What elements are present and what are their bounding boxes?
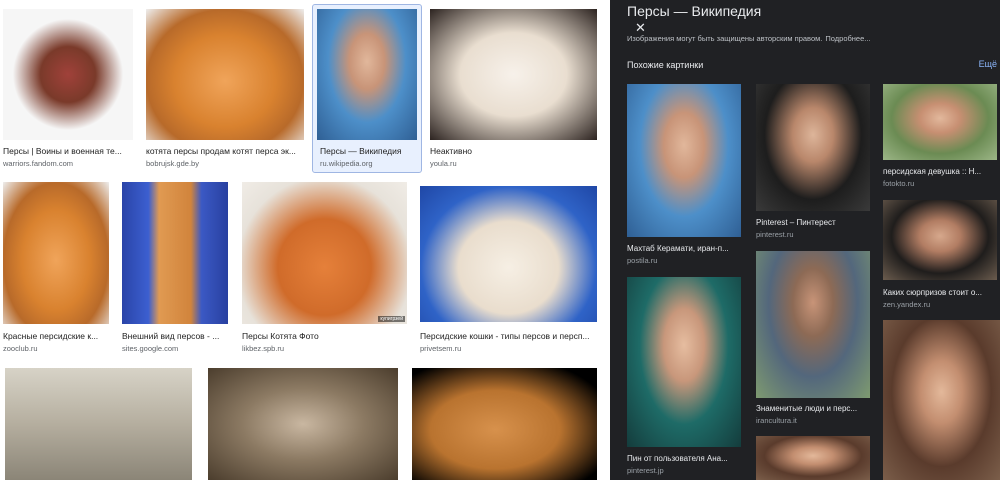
related-source: zen.yandex.ru <box>883 300 931 309</box>
result-image[interactable] <box>122 182 228 324</box>
related-caption[interactable]: Знаменитые люди и перс... <box>756 404 870 413</box>
related-source: postila.ru <box>627 256 658 265</box>
result-tile-persian-types[interactable]: Персидские кошки - типы персов и персп..… <box>420 180 597 355</box>
related-caption[interactable]: персидская девушка :: Н... <box>883 167 997 176</box>
result-image[interactable] <box>412 368 597 480</box>
result-image[interactable] <box>3 182 109 324</box>
result-caption[interactable]: Персы Котята Фото <box>242 331 407 341</box>
result-source: warriors.fandom.com <box>3 159 74 168</box>
result-source: likbez.spb.ru <box>242 344 285 353</box>
related-source: irancultura.it <box>756 416 797 425</box>
see-all-link[interactable]: Ещё <box>979 59 997 69</box>
related-image[interactable] <box>883 320 1000 480</box>
result-caption[interactable]: Персы | Воины и военная те... <box>3 146 133 156</box>
related-tile[interactable]: Махтаб Керамати, иран-п... postila.ru <box>627 84 741 269</box>
related-caption[interactable]: Каких сюрпризов стоит о... <box>883 288 997 297</box>
result-source: youla.ru <box>430 159 457 168</box>
result-tile-white-kitten[interactable]: Неактивно youla.ru <box>430 5 597 170</box>
result-caption[interactable]: Неактивно <box>430 146 597 156</box>
related-tile[interactable]: персидская девушка :: Н... fotokto.ru <box>883 84 997 194</box>
related-tile[interactable] <box>756 436 870 480</box>
related-caption[interactable]: Пин от пользователя Ана... <box>627 454 741 463</box>
related-image[interactable] <box>627 277 741 447</box>
related-caption[interactable]: Махтаб Керамати, иран-п... <box>627 244 741 253</box>
related-image[interactable] <box>627 84 741 237</box>
result-image[interactable] <box>5 368 192 480</box>
result-tile-kitten-orange[interactable]: котята персы продам котят перса эк... bo… <box>146 5 304 170</box>
result-tile-appearance[interactable]: Внешний вид персов - ... sites.google.co… <box>122 180 228 355</box>
result-tile-red-persian[interactable]: Красные персидские к... zooclub.ru <box>3 180 109 355</box>
more-link[interactable]: Подробнее... <box>825 34 870 43</box>
related-tile[interactable]: Знаменитые люди и перс... irancultura.it <box>756 251 870 426</box>
result-image[interactable] <box>146 9 304 140</box>
related-caption[interactable]: Pinterest – Пинтерест <box>756 218 870 227</box>
result-caption[interactable]: Персы — Википедия <box>320 146 418 156</box>
result-tile-kittens-photo[interactable]: купигрзей Персы Котята Фото likbez.spb.r… <box>242 180 407 355</box>
result-tile-wikipedia-selected[interactable]: Персы — Википедия ru.wikipedia.org <box>312 4 422 173</box>
related-source: fotokto.ru <box>883 179 915 188</box>
image-results-grid: Персы | Воины и военная те... warriors.f… <box>0 0 610 480</box>
close-icon[interactable]: ✕ <box>635 21 646 35</box>
result-image[interactable] <box>430 9 597 140</box>
copyright-notice: Изображения могут быть защищены авторски… <box>627 34 871 43</box>
result-source: ru.wikipedia.org <box>320 159 373 168</box>
image-preview-panel: Персы — Википедия ✕ Изображения могут бы… <box>610 0 1000 480</box>
copyright-text: Изображения могут быть защищены авторски… <box>627 34 823 43</box>
result-image[interactable] <box>3 9 133 140</box>
result-caption[interactable]: Персидские кошки - типы персов и персп..… <box>420 331 597 341</box>
result-image[interactable]: купигрзей <box>242 182 407 324</box>
related-image[interactable] <box>756 436 870 480</box>
related-tile[interactable] <box>883 320 1000 480</box>
related-image[interactable] <box>756 84 870 211</box>
related-tile[interactable]: Каких сюрпризов стоит о... zen.yandex.ru <box>883 200 997 312</box>
related-image[interactable] <box>883 200 997 280</box>
image-watermark: купигрзей <box>378 316 405 322</box>
related-tile[interactable]: Пин от пользователя Ана... pinterest.jp <box>627 277 741 477</box>
related-images-header: Похожие картинки <box>627 60 704 70</box>
result-tile-warriors[interactable]: Персы | Воины и военная те... warriors.f… <box>3 5 133 170</box>
related-tile[interactable]: Pinterest – Пинтерест pinterest.ru <box>756 84 870 239</box>
related-source: pinterest.ru <box>756 230 794 239</box>
result-image[interactable] <box>420 186 597 322</box>
result-caption[interactable]: Красные персидские к... <box>3 331 109 341</box>
result-source: bobrujsk.gde.by <box>146 159 199 168</box>
result-tile-persian-black-bg[interactable] <box>412 368 597 480</box>
result-source: privetsem.ru <box>420 344 462 353</box>
related-image[interactable] <box>756 251 870 398</box>
result-tile-tabby-kitten[interactable] <box>208 368 398 480</box>
panel-title[interactable]: Персы — Википедия <box>627 3 761 19</box>
result-caption[interactable]: котята персы продам котят перса эк... <box>146 146 304 156</box>
related-image[interactable] <box>883 84 997 160</box>
related-source: pinterest.jp <box>627 466 664 475</box>
result-caption[interactable]: Внешний вид персов - ... <box>122 331 228 341</box>
result-tile-etching[interactable] <box>5 368 192 480</box>
result-source: sites.google.com <box>122 344 179 353</box>
result-source: zooclub.ru <box>3 344 38 353</box>
result-image[interactable] <box>208 368 398 480</box>
result-image[interactable] <box>317 9 417 140</box>
